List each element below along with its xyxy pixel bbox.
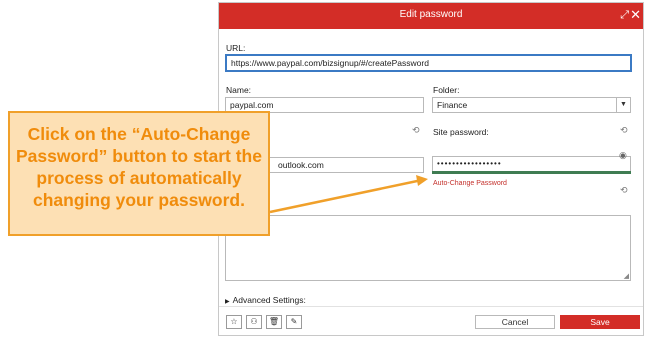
callout-arrow <box>269 175 428 214</box>
arrow-line <box>269 178 423 214</box>
arrow-head <box>416 175 428 186</box>
